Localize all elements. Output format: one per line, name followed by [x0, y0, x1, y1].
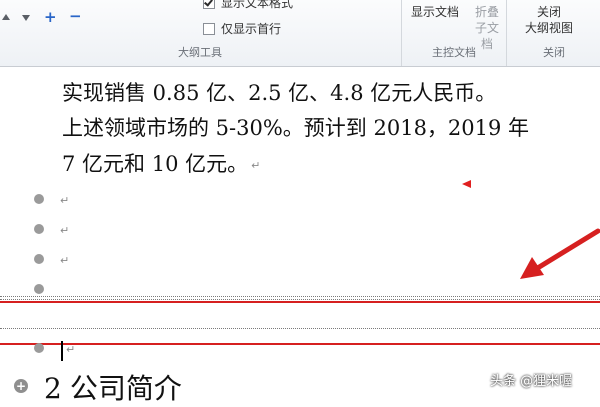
paragraph-mark: ↵ — [60, 194, 70, 207]
red-triangle-marker — [462, 180, 471, 188]
red-arrow-annotation — [520, 228, 600, 279]
master-document-label: 主控文档 — [432, 46, 476, 59]
show-first-line-label: 仅显示首行 — [221, 22, 282, 36]
body-text-line: 实现销售 0.85 亿、2.5 亿、4.8 亿元人民币。 — [62, 81, 497, 105]
body-text-line: 7 亿元和 10 亿元。 ↵ — [62, 148, 260, 178]
collapse-minus-icon[interactable]: − — [69, 7, 82, 25]
outline-bullet[interactable] — [34, 284, 44, 294]
show-text-format-checkbox[interactable] — [203, 0, 215, 9]
paragraph-mark: ↵ — [60, 254, 70, 267]
outline-bullet[interactable] — [34, 343, 44, 353]
close-outline-label-2: 大纲视图 — [524, 21, 573, 35]
show-first-line-checkbox[interactable] — [203, 22, 215, 35]
show-text-format-label: 显示文本格式 — [221, 0, 294, 10]
expand-plus-icon[interactable]: + — [14, 379, 28, 393]
heading-company-intro[interactable]: 2 公司简介 — [44, 367, 182, 407]
master-document-group: 显示文档 折叠 子文档 主控文档 — [401, 0, 506, 66]
ribbon: + − 显示文本格式 仅显示首行 大纲工具 显示文档 折叠 子文档 主控文档 关… — [0, 0, 600, 67]
outline-bullet[interactable] — [34, 254, 44, 264]
heading-text: 公司简介 — [69, 372, 182, 405]
close-outline-label-1: 关闭 — [536, 5, 561, 19]
expand-plus-icon[interactable]: + — [44, 8, 57, 26]
close-group-label: 关闭 — [543, 46, 565, 59]
highlight-box — [0, 301, 600, 345]
close-outline-view-button[interactable]: 关闭 大纲视图 — [519, 4, 579, 36]
outline-bullet[interactable] — [34, 194, 44, 204]
show-document-button[interactable]: 显示文档 — [411, 4, 459, 20]
section-break-line — [0, 296, 600, 297]
heading-number: 2 — [44, 372, 62, 405]
paragraph-mark: ↵ — [251, 159, 261, 172]
close-group: 关闭 大纲视图 关闭 — [506, 0, 600, 66]
move-down-icon[interactable] — [22, 15, 30, 21]
show-first-line-checkbox-row[interactable]: 仅显示首行 — [203, 20, 281, 37]
body-text-line-3: 7 亿元和 10 亿元。 — [62, 152, 249, 176]
document-area[interactable]: 实现销售 0.85 亿、2.5 亿、4.8 亿元人民币。 上述领域市场的 5-3… — [0, 67, 600, 405]
outline-bullet[interactable] — [34, 224, 44, 234]
watermark: 头条 @狸米喔 — [490, 374, 573, 389]
section-break-line — [0, 299, 600, 300]
show-text-format-checkbox-row[interactable]: 显示文本格式 — [203, 0, 293, 11]
move-up-icon[interactable] — [2, 14, 10, 20]
paragraph-mark: ↵ — [66, 343, 76, 356]
text-cursor — [61, 341, 63, 361]
collapse-subdocuments-label-1: 折叠 — [474, 5, 499, 19]
body-text-line: 上述领域市场的 5-30%。预计到 2018，2019 年 — [62, 116, 530, 140]
outline-tools-group: + − 显示文本格式 仅显示首行 大纲工具 — [0, 0, 400, 66]
paragraph-mark: ↵ — [60, 224, 70, 237]
outline-tools-label: 大纲工具 — [178, 46, 222, 59]
